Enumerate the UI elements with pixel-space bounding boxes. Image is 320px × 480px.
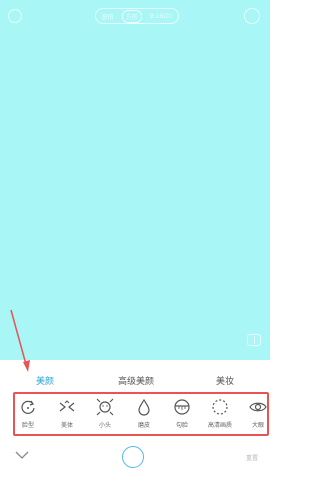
bottom-bar: 重置 <box>0 440 270 480</box>
small-head-icon <box>96 398 114 416</box>
camera-preview[interactable]: 竖拍 方形 9:16(D) <box>0 0 270 360</box>
option-small-head[interactable]: 小头 <box>90 398 120 429</box>
aspect-option-portrait[interactable]: 竖拍 <box>99 11 117 22</box>
option-hd-quality[interactable]: 高清画质 <box>205 398 235 429</box>
option-label: 美体 <box>60 422 73 429</box>
smooth-skin-icon <box>138 398 150 416</box>
option-face-shape[interactable]: 脸型 <box>13 398 43 429</box>
tab-beauty[interactable]: 美颜 <box>36 374 54 387</box>
compare-icon[interactable] <box>247 334 261 346</box>
option-contour[interactable]: 勾脸 <box>167 398 197 429</box>
body-icon <box>59 400 75 412</box>
option-smooth-skin[interactable]: 磨皮 <box>129 398 159 429</box>
option-label: 脸型 <box>21 422 34 429</box>
face-shape-icon <box>21 400 35 414</box>
beauty-panel: 美颜 高级美颜 美妆 脸型 美体 小头 磨皮 勾脸 高清画质 大眼 重置 <box>0 360 270 479</box>
contour-icon <box>174 399 190 415</box>
aspect-option-square[interactable]: 方形 <box>121 9 142 23</box>
tab-advanced-beauty[interactable]: 高级美颜 <box>118 374 154 387</box>
option-label: 高清画质 <box>207 422 232 429</box>
option-label: 磨皮 <box>137 422 150 429</box>
top-bar: 竖拍 方形 9:16(D) <box>0 0 270 34</box>
option-label: 勾脸 <box>175 422 188 429</box>
big-eyes-icon <box>249 402 267 412</box>
aspect-option-916[interactable]: 9:16(D) <box>147 12 176 21</box>
option-label: 小头 <box>98 422 111 429</box>
aspect-ratio-selector[interactable]: 竖拍 方形 9:16(D) <box>95 8 179 24</box>
beauty-tabs: 美颜 高级美颜 美妆 <box>0 374 270 390</box>
reset-button[interactable]: 重置 <box>246 453 258 462</box>
tab-makeup[interactable]: 美妆 <box>216 374 234 387</box>
option-body[interactable]: 美体 <box>52 398 82 429</box>
option-big-eyes[interactable]: 大眼 <box>243 398 273 429</box>
option-label: 大眼 <box>251 422 264 429</box>
settings-icon[interactable] <box>244 8 260 24</box>
chevron-down-icon[interactable] <box>15 450 29 460</box>
shutter-button[interactable] <box>122 446 144 468</box>
back-icon[interactable] <box>8 9 22 23</box>
hd-quality-icon <box>212 399 228 415</box>
